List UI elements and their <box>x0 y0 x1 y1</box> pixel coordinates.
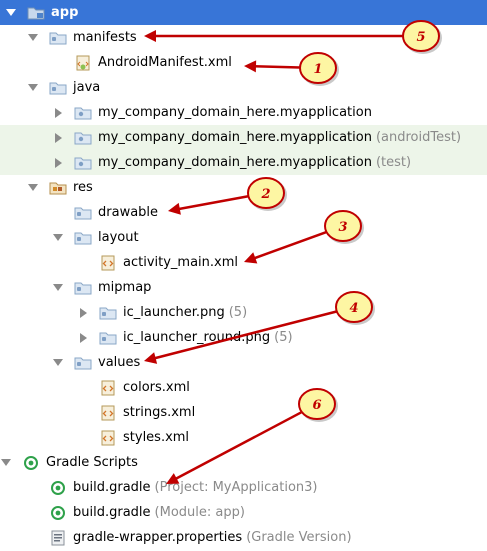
tree-node-pkg-main[interactable]: my_company_domain_here.myapplication <box>0 100 487 125</box>
toggle-spacer <box>77 432 89 444</box>
properties-file-icon <box>49 530 67 546</box>
folder-icon <box>74 205 92 221</box>
toggle-spacer <box>52 207 64 219</box>
expanded-arrow-icon[interactable] <box>52 357 64 369</box>
tree-node-label: values <box>98 355 141 370</box>
expanded-arrow-icon[interactable] <box>27 82 39 94</box>
tree-node-label: strings.xml <box>123 405 196 420</box>
toggle-spacer <box>77 407 89 419</box>
expanded-arrow-icon[interactable] <box>27 32 39 44</box>
tree-node-secondary: (Project: MyApplication3) <box>154 480 318 495</box>
package-icon <box>74 155 92 171</box>
tree-node-label: styles.xml <box>123 430 190 445</box>
tree-node-androidmanifest[interactable]: AndroidManifest.xml <box>0 50 487 75</box>
expanded-arrow-icon[interactable] <box>52 282 64 294</box>
expanded-arrow-icon[interactable] <box>0 457 12 469</box>
tree-node-label: layout <box>98 230 139 245</box>
tree-node-label: my_company_domain_here.myapplication <box>98 130 372 145</box>
resource-folder-icon <box>49 180 67 196</box>
toggle-spacer <box>27 532 39 544</box>
tree-node-layout[interactable]: layout <box>0 225 487 250</box>
collapsed-arrow-icon[interactable] <box>77 332 89 344</box>
tree-node-label: activity_main.xml <box>123 255 239 270</box>
gradle-icon <box>49 505 67 521</box>
tree-node-colors[interactable]: colors.xml <box>0 375 487 400</box>
xml-file-icon <box>99 405 117 421</box>
folder-icon <box>49 80 67 96</box>
tree-node-ic-launcher-round[interactable]: ic_launcher_round.png (5) <box>0 325 487 350</box>
tree-node-secondary: (Gradle Version) <box>246 530 352 545</box>
folder-icon <box>74 230 92 246</box>
tree-node-gradle-wrapper[interactable]: gradle-wrapper.properties (Gradle Version… <box>0 525 487 550</box>
folder-icon <box>49 30 67 46</box>
module-folder-icon <box>27 5 45 21</box>
folder-icon <box>99 305 117 321</box>
tree-node-label: ic_launcher_round.png <box>123 330 271 345</box>
tree-node-drawable[interactable]: drawable <box>0 200 487 225</box>
xml-file-icon <box>99 430 117 446</box>
project-tree: app manifests AndroidManifest.xml java my_co… <box>0 0 487 551</box>
tree-node-pkg-test[interactable]: my_company_domain_here.myapplication (tes… <box>0 150 487 175</box>
tree-node-strings[interactable]: strings.xml <box>0 400 487 425</box>
gradle-icon <box>22 455 40 471</box>
tree-node-label: Gradle Scripts <box>46 455 138 470</box>
tree-node-label: AndroidManifest.xml <box>98 55 232 70</box>
xml-file-icon <box>99 380 117 396</box>
xml-file-icon <box>99 255 117 271</box>
tree-node-label: build.gradle <box>73 505 151 520</box>
folder-icon <box>99 330 117 346</box>
expanded-arrow-icon[interactable] <box>27 182 39 194</box>
tree-node-values[interactable]: values <box>0 350 487 375</box>
expanded-arrow-icon[interactable] <box>52 232 64 244</box>
folder-icon <box>74 280 92 296</box>
tree-node-label: app <box>51 5 79 20</box>
tree-node-manifests[interactable]: manifests <box>0 25 487 50</box>
package-icon <box>74 130 92 146</box>
toggle-spacer <box>52 57 64 69</box>
tree-node-build-gradle-module[interactable]: build.gradle (Module: app) <box>0 500 487 525</box>
package-icon <box>74 105 92 121</box>
tree-node-secondary: (Module: app) <box>154 505 245 520</box>
tree-node-label: my_company_domain_here.myapplication <box>98 105 372 120</box>
tree-node-label: build.gradle <box>73 480 151 495</box>
toggle-spacer <box>27 507 39 519</box>
tree-node-java[interactable]: java <box>0 75 487 100</box>
tree-node-secondary: (androidTest) <box>375 130 462 145</box>
collapsed-arrow-icon[interactable] <box>52 107 64 119</box>
tree-node-ic-launcher[interactable]: ic_launcher.png (5) <box>0 300 487 325</box>
tree-node-label: gradle-wrapper.properties <box>73 530 243 545</box>
tree-node-label: my_company_domain_here.myapplication <box>98 155 372 170</box>
tree-node-label: mipmap <box>98 280 152 295</box>
tree-node-secondary: (test) <box>375 155 412 170</box>
manifest-file-icon <box>74 55 92 71</box>
tree-node-label: colors.xml <box>123 380 190 395</box>
tree-node-secondary: (5) <box>274 330 293 345</box>
tree-node-pkg-androidtest[interactable]: my_company_domain_here.myapplication (and… <box>0 125 487 150</box>
tree-node-activity-main[interactable]: activity_main.xml <box>0 250 487 275</box>
gradle-icon <box>49 480 67 496</box>
tree-node-secondary: (5) <box>228 305 248 320</box>
tree-node-label: res <box>73 180 93 195</box>
tree-node-app[interactable]: app <box>0 0 487 25</box>
tree-node-build-gradle-project[interactable]: build.gradle (Project: MyApplication3) <box>0 475 487 500</box>
collapsed-arrow-icon[interactable] <box>77 307 89 319</box>
tree-node-label: manifests <box>73 30 137 45</box>
tree-node-label: drawable <box>98 205 159 220</box>
toggle-spacer <box>27 482 39 494</box>
folder-icon <box>74 355 92 371</box>
tree-node-res[interactable]: res <box>0 175 487 200</box>
tree-node-label: java <box>73 80 101 95</box>
expanded-arrow-icon[interactable] <box>5 7 17 19</box>
tree-node-label: ic_launcher.png <box>123 305 225 320</box>
tree-node-gradle-scripts[interactable]: Gradle Scripts <box>0 450 487 475</box>
tree-node-mipmap[interactable]: mipmap <box>0 275 487 300</box>
collapsed-arrow-icon[interactable] <box>52 157 64 169</box>
tree-node-styles[interactable]: styles.xml <box>0 425 487 450</box>
toggle-spacer <box>77 257 89 269</box>
collapsed-arrow-icon[interactable] <box>52 132 64 144</box>
toggle-spacer <box>77 382 89 394</box>
